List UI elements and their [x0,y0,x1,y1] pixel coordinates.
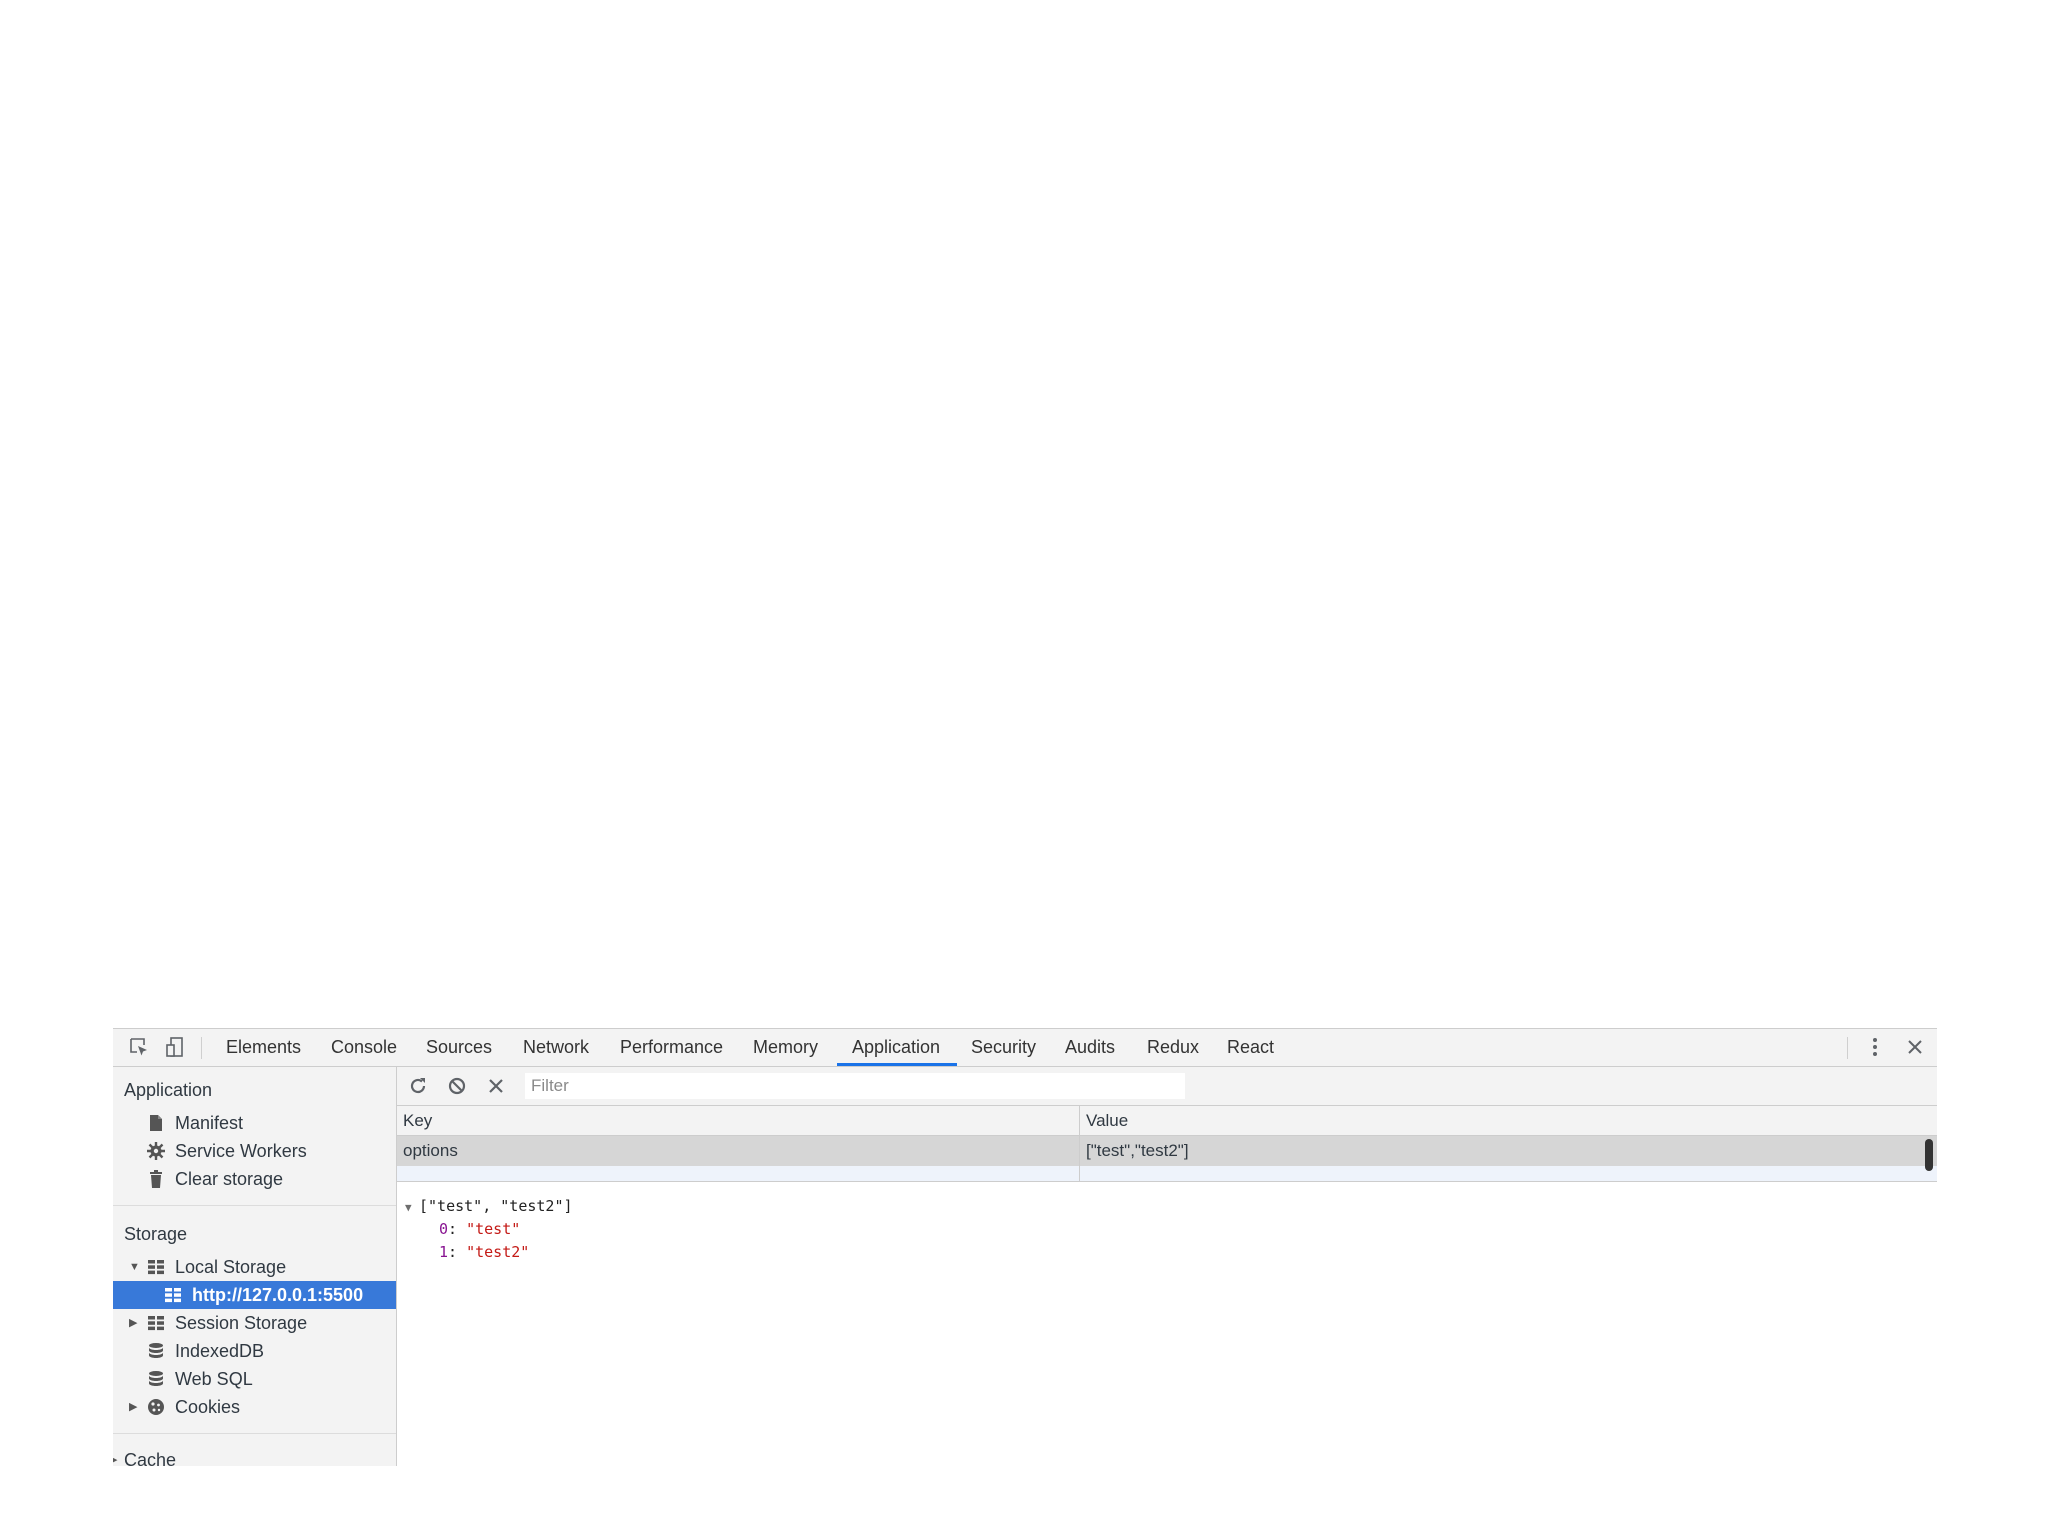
filter-input[interactable] [525,1073,1185,1099]
cookie-icon [148,1399,164,1415]
preview-entry: 0: "test" [439,1220,521,1238]
sidebar-item-web-sql[interactable]: Web SQL [113,1365,396,1393]
collapse-triangle-icon[interactable]: ▶ [129,1309,137,1337]
preview-entry: 1: "test2" [439,1243,530,1261]
cell-key[interactable]: options [397,1136,458,1166]
sidebar-divider [113,1205,396,1206]
close-devtools-icon[interactable] [1903,1035,1927,1059]
sidebar-divider [113,1433,396,1434]
preview-summary-line[interactable]: ▼ ["test", "test2"] [405,1195,573,1218]
database-icon [149,1371,163,1386]
tab-memory[interactable]: Memory [753,1029,818,1066]
refresh-icon[interactable] [407,1075,429,1097]
grid-icon [148,1316,164,1331]
sidebar-item-label: Cookies [175,1397,241,1417]
gear-icon [147,1142,165,1160]
sidebar-item-service-workers[interactable]: Service Workers [113,1137,396,1165]
delete-selected-icon[interactable] [485,1075,507,1097]
application-sidebar: Application Manifest Service Workers Cle… [113,1067,397,1466]
sidebar-item-label: Manifest [175,1113,244,1133]
preview-entry-index: 0 [439,1220,449,1238]
tab-application[interactable]: Application [852,1029,940,1066]
grid-header: Key Value [397,1106,1937,1136]
sidebar-item-label: Service Workers [175,1141,307,1161]
devtools-panel: Elements Console Sources Network Perform… [113,1028,1937,1466]
preview-entry-value: "test2" [466,1243,530,1261]
sidebar-item-manifest[interactable]: Manifest [113,1109,396,1137]
file-icon [150,1115,162,1131]
sidebar-header-application: Application [124,1080,213,1100]
value-preview: ▼ ["test", "test2"] 0: "test" 1: "test2" [405,1195,573,1264]
grid-icon [165,1288,181,1303]
storage-main-panel: Key Value options ["test","test2"] ▼["te… [397,1067,1937,1466]
sidebar-item-label: Cache [124,1450,177,1466]
toolbar-separator-right [1847,1037,1848,1059]
tab-react[interactable]: React [1227,1029,1274,1066]
expand-triangle-icon[interactable]: ▼ [129,1253,140,1281]
active-tab-indicator [837,1063,957,1066]
collapse-triangle-icon[interactable]: ▶ [113,1446,117,1466]
sidebar-item-label: Web SQL [175,1369,253,1389]
trash-icon [150,1170,162,1188]
database-icon [149,1343,163,1358]
cell-value[interactable]: ["test","test2"] [1080,1136,1189,1166]
preview-entry-index: 1 [439,1243,449,1261]
tab-elements[interactable]: Elements [226,1029,301,1066]
more-options-icon[interactable] [1863,1035,1887,1059]
collapse-triangle-icon[interactable]: ▶ [129,1393,137,1421]
tab-network[interactable]: Network [523,1029,589,1066]
devtools-tabbar: Elements Console Sources Network Perform… [113,1029,1937,1067]
sidebar-item-indexeddb[interactable]: IndexedDB [113,1337,396,1365]
sidebar-item-label: Clear storage [175,1169,284,1189]
sidebar-header-cache[interactable]: ▶ Cache [113,1446,396,1466]
column-header-value[interactable]: Value [1080,1106,1128,1136]
grid-scrollbar[interactable] [1925,1139,1933,1171]
preview-summary: ["test", "test2"] [419,1197,573,1215]
preview-entry-value: "test" [466,1220,521,1238]
sidebar-item-cookies[interactable]: ▶ Cookies [113,1393,396,1421]
clear-all-icon[interactable] [446,1075,468,1097]
sidebar-item-label: Local Storage [175,1257,287,1277]
column-divider[interactable] [1079,1106,1080,1181]
sidebar-item-label: http://127.0.0.1:5500 [192,1285,364,1305]
empty-table-row[interactable] [397,1166,1937,1181]
tab-console[interactable]: Console [331,1029,397,1066]
inspect-icon[interactable] [127,1035,151,1059]
tab-audits[interactable]: Audits [1065,1029,1115,1066]
tab-performance[interactable]: Performance [620,1029,723,1066]
tab-redux[interactable]: Redux [1147,1029,1199,1066]
toolbar-separator [201,1037,202,1059]
tab-sources[interactable]: Sources [426,1029,492,1066]
column-header-key[interactable]: Key [397,1106,432,1136]
sidebar-header-storage: Storage [124,1224,188,1244]
storage-data-grid: Key Value options ["test","test2"] [397,1106,1937,1182]
sidebar-item-label: IndexedDB [175,1341,265,1361]
sidebar-item-local-storage[interactable]: ▼ Local Storage [113,1253,396,1281]
device-toolbar-icon[interactable] [163,1035,187,1059]
sidebar-item-local-storage-origin[interactable]: http://127.0.0.1:5500 [113,1281,396,1309]
sidebar-item-label: Session Storage [175,1313,308,1333]
grid-icon [148,1260,164,1275]
sidebar-item-clear-storage[interactable]: Clear storage [113,1165,396,1193]
table-row[interactable]: options ["test","test2"] [397,1136,1937,1166]
sidebar-item-session-storage[interactable]: ▶ Session Storage [113,1309,396,1337]
expand-triangle-icon[interactable]: ▼ [405,1196,419,1219]
tab-security[interactable]: Security [971,1029,1036,1066]
storage-toolbar [397,1067,1937,1106]
